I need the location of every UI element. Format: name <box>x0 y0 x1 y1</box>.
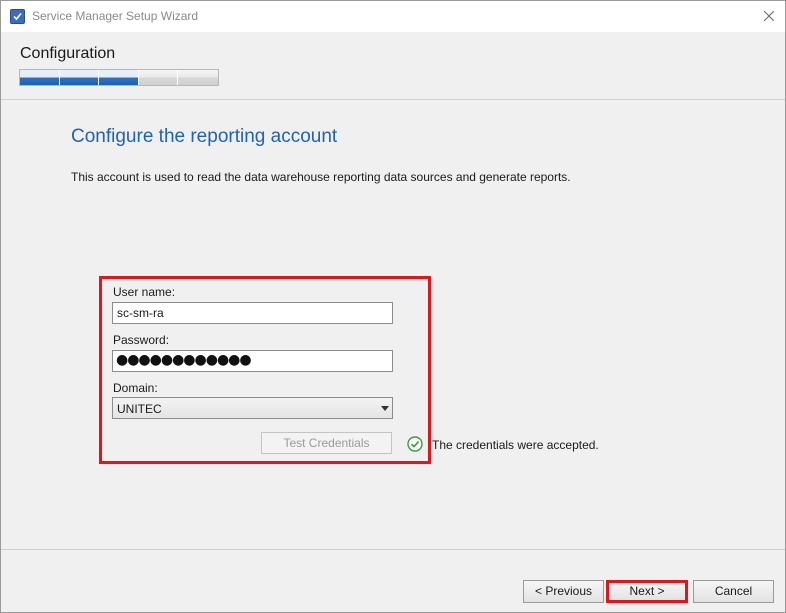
status-message: The credentials were accepted. <box>432 438 599 452</box>
close-icon <box>764 11 774 21</box>
progress-step-1 <box>20 70 60 85</box>
wizard-window: Service Manager Setup Wizard Configurati… <box>0 0 786 613</box>
cancel-button[interactable]: Cancel <box>693 580 774 603</box>
progress-step-4 <box>138 70 179 85</box>
chevron-down-icon <box>381 406 389 411</box>
window-title: Service Manager Setup Wizard <box>32 9 199 23</box>
password-label: Password: <box>113 333 170 347</box>
close-button[interactable] <box>756 5 782 27</box>
progress-step-5 <box>178 70 219 85</box>
domain-select[interactable]: UNITEC <box>112 397 393 419</box>
progress-step-3 <box>99 70 139 85</box>
password-masked-value: ●●●●●●●●●●●● <box>116 352 252 368</box>
previous-button[interactable]: < Previous <box>523 580 604 603</box>
app-icon <box>10 9 25 24</box>
password-input[interactable]: ●●●●●●●●●●●● <box>112 350 393 372</box>
title-bar: Service Manager Setup Wizard <box>1 1 785 32</box>
test-credentials-button[interactable]: Test Credentials <box>261 432 392 454</box>
username-input[interactable] <box>112 302 393 324</box>
progress-step-2 <box>59 70 100 85</box>
username-label: User name: <box>113 285 176 299</box>
credentials-form: User name: Password: ●●●●●●●●●●●● Domain… <box>99 276 431 464</box>
domain-label: Domain: <box>113 381 158 395</box>
page-heading: Configure the reporting account <box>71 126 338 147</box>
page-description: This account is used to read the data wa… <box>71 170 571 184</box>
stage-title: Configuration <box>20 45 116 62</box>
check-circle-icon <box>407 436 423 452</box>
next-button[interactable]: Next > <box>606 580 688 603</box>
wizard-footer: < Previous Next > Cancel <box>1 549 785 612</box>
progress-bar <box>19 69 219 86</box>
wizard-header: Configuration <box>1 32 785 100</box>
domain-selected-value: UNITEC <box>117 402 162 416</box>
wizard-content: Configure the reporting account This acc… <box>1 101 785 549</box>
